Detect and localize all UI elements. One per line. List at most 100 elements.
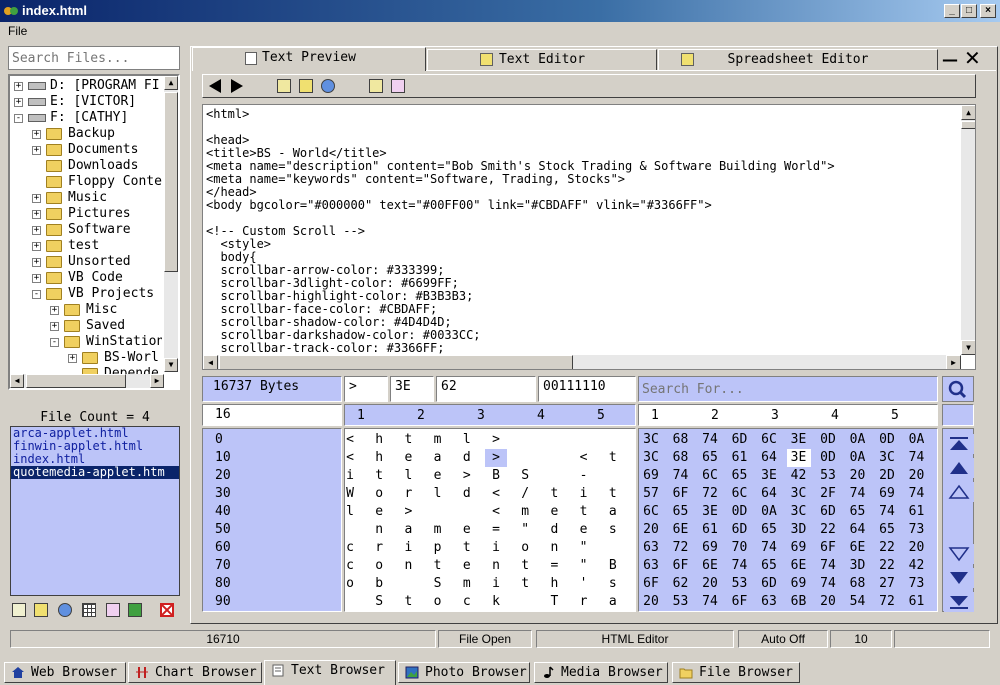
expand-icon[interactable]: + <box>32 226 41 235</box>
ascii-cell[interactable]: l <box>456 431 478 449</box>
scroll-line-up-icon[interactable] <box>944 482 974 502</box>
ascii-cell[interactable]: k <box>485 593 507 611</box>
hex-cell[interactable]: 0A <box>905 431 929 449</box>
ascii-cell[interactable]: t <box>543 485 565 503</box>
hex-cell[interactable]: 2F <box>816 485 840 503</box>
tab-text-preview[interactable]: Text Preview <box>192 47 426 71</box>
expand-icon[interactable]: + <box>50 322 59 331</box>
hex-cell[interactable]: 0A <box>846 431 870 449</box>
scroll-page-up-icon[interactable] <box>944 458 974 478</box>
ascii-grid[interactable]: < h t m l > < h e a d > < t i t l e > B S - Wo r l d < / t i t l e > < m e t a… <box>344 428 636 612</box>
ascii-cell[interactable]: c <box>345 539 361 557</box>
hex-cell[interactable]: 6E <box>698 557 722 575</box>
ascii-cell[interactable]: s <box>602 521 624 539</box>
ascii-cell[interactable]: / <box>514 485 536 503</box>
ascii-cell[interactable]: a <box>602 503 624 521</box>
hex-cell[interactable]: 6F <box>816 539 840 557</box>
hex-cell[interactable]: 74 <box>698 593 722 611</box>
hex-cell[interactable]: 68 <box>669 449 693 467</box>
hex-cell[interactable]: 0D <box>875 431 899 449</box>
hex-cell[interactable]: 69 <box>698 539 722 557</box>
hex-search-input[interactable] <box>639 377 937 401</box>
ascii-cell[interactable]: > <box>485 449 507 467</box>
ascii-cell[interactable]: a <box>427 449 449 467</box>
ascii-cell[interactable]: e <box>427 467 449 485</box>
hex-cell[interactable]: 62 <box>669 575 693 593</box>
expand-icon[interactable]: + <box>32 258 41 267</box>
hex-cell[interactable]: 42 <box>905 557 929 575</box>
hex-cell[interactable]: 6F <box>669 485 693 503</box>
ascii-cell[interactable]: " <box>573 557 595 575</box>
ascii-cell[interactable]: t <box>514 557 536 575</box>
hex-cell[interactable]: 53 <box>816 467 840 485</box>
ascii-cell[interactable]: = <box>485 521 507 539</box>
hex-cell[interactable]: 6D <box>757 575 781 593</box>
hex-cell[interactable]: 0D <box>728 503 752 521</box>
file-list[interactable]: arca-applet.html finwin-applet.html index.… <box>10 426 180 596</box>
ascii-cell[interactable]: T <box>543 593 565 611</box>
hex-cell[interactable]: 63 <box>639 557 663 575</box>
copy-icon[interactable] <box>106 603 120 617</box>
ascii-cell[interactable]: = <box>543 557 565 575</box>
hex-cell[interactable]: 72 <box>875 593 899 611</box>
minimize-button[interactable]: _ <box>944 4 960 18</box>
hex-cell[interactable]: 20 <box>698 575 722 593</box>
copy-icon[interactable] <box>391 79 405 93</box>
ascii-cell[interactable]: o <box>514 539 536 557</box>
ascii-cell[interactable]: e <box>456 521 478 539</box>
ascii-cell[interactable]: i <box>397 539 419 557</box>
delete-icon[interactable] <box>160 603 174 617</box>
hex-cell[interactable]: 6C <box>698 467 722 485</box>
hex-cell[interactable]: 3E <box>698 503 722 521</box>
hex-cell[interactable]: 42 <box>787 467 811 485</box>
ascii-cell[interactable]: t <box>397 593 419 611</box>
browser-icon[interactable] <box>58 603 72 617</box>
hex-cell[interactable]: 69 <box>787 539 811 557</box>
hex-cell[interactable]: 6C <box>639 503 663 521</box>
hex-cell[interactable]: 3C <box>639 449 663 467</box>
hex-cell[interactable]: 65 <box>875 521 899 539</box>
file-list-item[interactable]: quotemedia-applet.htm <box>11 466 179 479</box>
hex-cell[interactable]: 65 <box>757 521 781 539</box>
hex-cell[interactable]: 69 <box>787 575 811 593</box>
hscroll-thumb[interactable] <box>26 374 126 388</box>
ascii-cell[interactable]: t <box>427 557 449 575</box>
hex-cell[interactable]: 65 <box>757 557 781 575</box>
hex-cell[interactable]: 61 <box>905 503 929 521</box>
hex-search-button[interactable] <box>942 376 974 402</box>
expand-icon[interactable]: + <box>32 242 41 251</box>
expand-icon[interactable]: + <box>32 210 41 219</box>
tree-vscrollbar[interactable]: ▲ ▼ <box>164 76 178 372</box>
hex-cell[interactable]: 72 <box>669 539 693 557</box>
file-list-item[interactable]: index.html <box>11 453 179 466</box>
hex-cell[interactable]: 2D <box>875 467 899 485</box>
ascii-cell[interactable]: t <box>514 575 536 593</box>
bytes-per-row-input[interactable]: 16 <box>202 404 342 426</box>
scroll-right-button[interactable]: ▶ <box>946 355 961 369</box>
collapse-icon[interactable]: - <box>32 290 41 299</box>
expand-icon[interactable]: + <box>68 354 77 363</box>
hex-cell[interactable]: 6B <box>787 593 811 611</box>
close-window-button[interactable]: × <box>980 4 996 18</box>
collapse-icon[interactable]: - <box>50 338 59 347</box>
edit-icon[interactable] <box>277 79 291 93</box>
ascii-cell[interactable]: " <box>573 539 595 557</box>
ascii-cell[interactable]: o <box>368 485 390 503</box>
hex-cell[interactable]: 73 <box>905 575 929 593</box>
hex-cell[interactable]: 74 <box>698 431 722 449</box>
ascii-cell[interactable]: r <box>397 485 419 503</box>
ascii-cell[interactable]: < <box>485 485 507 503</box>
hex-cell[interactable]: 69 <box>639 467 663 485</box>
code-vscrollbar[interactable]: ▲ ▼ <box>961 105 975 355</box>
hex-cell[interactable]: 20 <box>905 539 929 557</box>
ascii-cell[interactable]: m <box>514 503 536 521</box>
code-preview[interactable]: <html> <head> <title>BS - World</title> … <box>202 104 976 370</box>
ascii-cell[interactable]: n <box>485 557 507 575</box>
hex-cell[interactable]: 3E <box>786 449 811 467</box>
scroll-top-icon[interactable] <box>944 434 974 454</box>
hex-cell[interactable]: 20 <box>905 467 929 485</box>
hex-cell[interactable]: 74 <box>905 449 929 467</box>
ascii-cell[interactable]: e <box>543 503 565 521</box>
ascii-cell[interactable]: t <box>573 503 595 521</box>
search-files-input[interactable] <box>9 47 179 69</box>
